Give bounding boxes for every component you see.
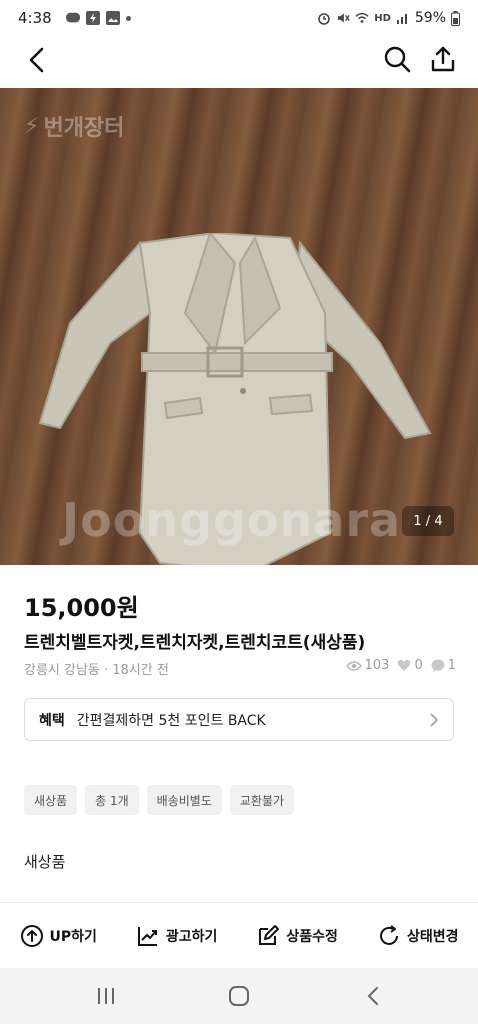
views-stat: 103 (345, 658, 390, 673)
likes-count: 0 (414, 658, 423, 673)
alarm-icon (318, 13, 331, 25)
more-notifications-dot (125, 15, 131, 21)
back-arrow-icon[interactable] (22, 44, 54, 76)
gallery-notification-icon (105, 11, 120, 25)
product-price: 15,000원 (24, 594, 139, 622)
views-count: 103 (364, 658, 390, 673)
status-bar: 4:38 HD 59% (0, 0, 478, 36)
hd-label: HD (374, 12, 391, 24)
edit-pencil-icon (259, 924, 280, 945)
chip-quantity: 총 1개 (85, 785, 139, 815)
chat-bubble-icon (431, 659, 445, 672)
trend-chart-icon (137, 926, 157, 946)
product-attribute-chips: 새상품 총 1개 배송비별도 교환불가 (24, 785, 295, 815)
bolt-icon: ⚡ (24, 113, 40, 139)
likes-stat: 0 (397, 658, 423, 673)
chats-stat: 1 (431, 658, 456, 673)
joonggonara-watermark: Joonggonara (62, 493, 402, 547)
advertise-button[interactable]: 광고하기 (136, 924, 218, 948)
chip-exchange: 교환불가 (229, 785, 295, 815)
share-icon[interactable] (428, 44, 458, 74)
mute-icon (337, 13, 350, 23)
status-left: 4:38 (18, 9, 131, 27)
nav-back-icon[interactable] (364, 986, 384, 1006)
talk-notification-icon (65, 12, 80, 23)
up-arrow-circle-icon (20, 924, 43, 947)
benefit-text: 간편결제하면 5천 포인트 BACK (76, 712, 266, 729)
product-stats: 103 0 1 (345, 658, 456, 673)
status-time: 4:38 (18, 9, 52, 27)
seller-action-bar: UP하기 광고하기 상품수정 상태변경 (0, 902, 478, 968)
recent-apps-icon[interactable] (95, 986, 117, 1006)
status-right: HD 59% (317, 10, 460, 26)
chip-condition: 새상품 (24, 785, 78, 815)
watermark-top-text: 번개장터 (43, 116, 125, 141)
benefit-banner[interactable]: 혜택 간편결제하면 5천 포인트 BACK (24, 698, 454, 741)
battery-percent: 59% (414, 10, 446, 26)
system-navigation-bar (0, 968, 478, 1024)
home-icon[interactable] (228, 986, 250, 1006)
product-image[interactable]: ⚡ 번개장터 Joonggonara 1 / 4 (0, 88, 478, 565)
heart-icon (398, 659, 411, 671)
eye-icon (345, 660, 362, 671)
wifi-icon (355, 12, 369, 23)
chevron-right-icon (430, 712, 439, 727)
up-button-label: UP하기 (49, 928, 97, 945)
battery-icon (451, 10, 460, 26)
signal-icon (396, 14, 407, 24)
chats-count: 1 (447, 658, 456, 673)
product-description: 새상품 (24, 853, 66, 871)
up-button[interactable]: UP하기 (20, 924, 97, 948)
product-location-time: 강릉시 강남동 · 18시간 전 (24, 663, 169, 678)
edit-product-button[interactable]: 상품수정 (256, 924, 338, 948)
bunjang-watermark: ⚡ 번개장터 (24, 110, 124, 142)
benefit-tag: 혜택 (39, 712, 65, 729)
advertise-button-label: 광고하기 (165, 928, 218, 945)
change-status-label: 상태변경 (406, 928, 459, 945)
app-bar (0, 38, 478, 82)
image-counter: 1 / 4 (402, 506, 454, 536)
search-icon[interactable] (382, 44, 412, 74)
product-title: 트렌치벨트자켓,트렌치자켓,트렌치코트(새상품) (24, 633, 366, 653)
edit-product-label: 상품수정 (286, 928, 338, 945)
change-status-button[interactable]: 상태변경 (377, 924, 459, 948)
chip-shipping: 배송비별도 (146, 785, 222, 815)
refresh-icon (379, 924, 398, 945)
flash-notification-icon (85, 11, 100, 25)
